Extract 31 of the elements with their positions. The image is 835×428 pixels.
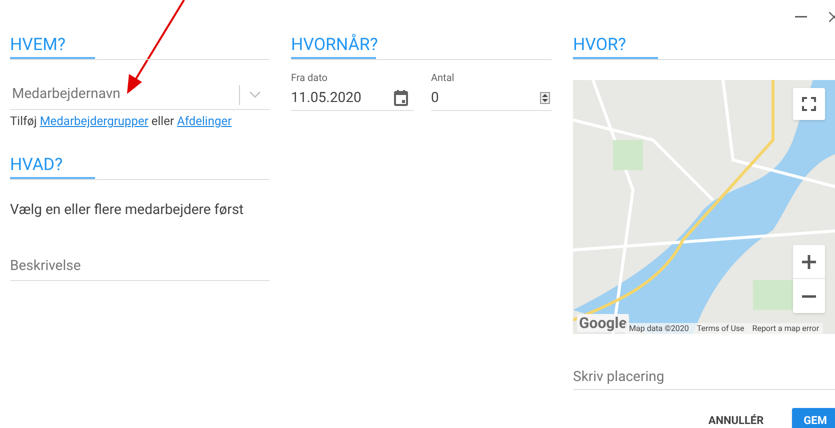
location-field[interactable]: Skriv placering (573, 364, 835, 390)
spinner-icon[interactable] (540, 92, 550, 104)
hint-link[interactable]: Medarbejdergrupper (40, 114, 148, 128)
calendar-icon[interactable] (394, 90, 408, 106)
field-value: 11.05.2020 (291, 88, 362, 108)
map-attribution[interactable]: Terms of Use (692, 323, 748, 334)
hint-text: Tilføj Medarbejdergrupper eller Afdelinger (10, 113, 233, 130)
fullscreen-icon (802, 97, 816, 111)
map-logo: Google (577, 314, 629, 332)
dialog-button[interactable]: ANNULLÉR (696, 408, 776, 428)
field-label: Antal (431, 72, 456, 86)
field-value: 0 (431, 88, 440, 108)
count-field[interactable]: Antal 0 (431, 72, 552, 111)
field-label: Fra dato (291, 72, 328, 86)
minus-icon (802, 294, 816, 298)
minimize-icon[interactable] (795, 16, 807, 18)
dialog-button[interactable]: GEM (792, 408, 835, 428)
section-title: HVORNÅR? (291, 33, 376, 59)
plus-icon (802, 254, 816, 268)
date-field[interactable]: Fra dato 11.05.2020 (291, 72, 414, 111)
section-title: HVAD? (10, 153, 95, 179)
chevron-down-icon (249, 90, 261, 98)
section-title: HVOR? (573, 33, 658, 59)
fullscreen-button[interactable] (793, 88, 825, 120)
employee-name-field[interactable]: Medarbejdernavn (10, 84, 239, 105)
info-message: Vælg en eller flere medarbejdere først (10, 201, 245, 220)
hint-link[interactable]: Afdelinger (177, 114, 232, 128)
section-title: HVEM? (10, 33, 95, 59)
description-field[interactable]: Beskrivelse (10, 251, 270, 281)
map-attribution[interactable]: Report a map error (748, 323, 824, 334)
map-attribution: Map data ©2020 (628, 323, 690, 334)
